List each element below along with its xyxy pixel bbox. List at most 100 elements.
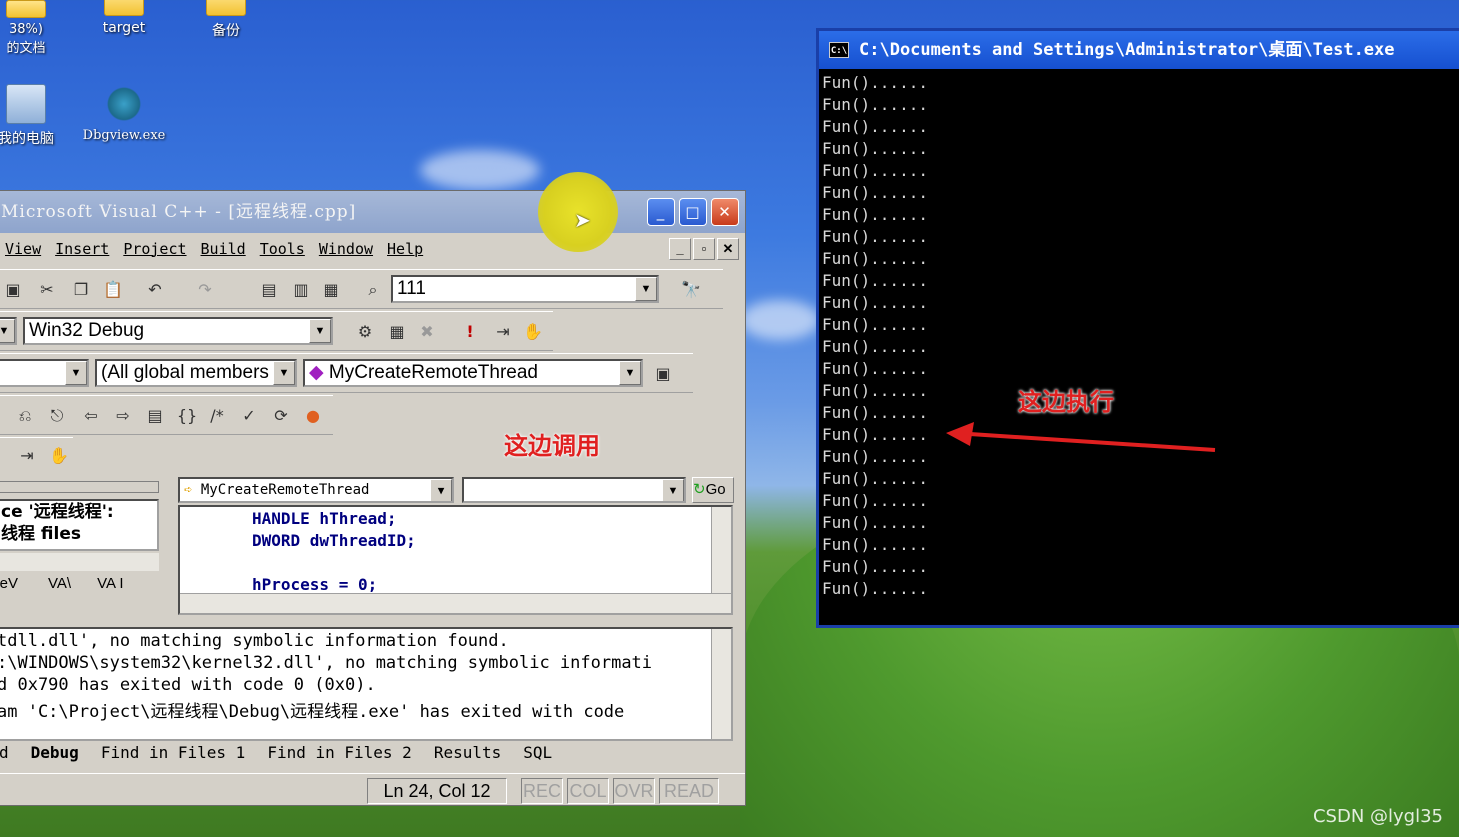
chevron-down-icon[interactable]: ▼ [0, 319, 15, 343]
code-line: HANDLE hThread; [252, 509, 397, 528]
tab-va-2[interactable]: VA I [77, 575, 123, 592]
save-all-icon[interactable]: ▣ [1, 278, 25, 302]
scope-combo[interactable]: (All global members ▼ [95, 359, 297, 387]
target-combo[interactable]: ▼ [0, 317, 17, 345]
desktop-icon-backup[interactable]: 备份 [176, 0, 276, 40]
find-combo-value: 111 [397, 278, 426, 299]
find-combo[interactable]: 111 ▼ [391, 275, 659, 303]
nav-function-value: MyCreateRemoteThread [200, 482, 370, 498]
output-vertical-scrollbar[interactable] [711, 629, 731, 739]
window-list-icon[interactable]: ▦ [319, 278, 343, 302]
wizard-actions-icon[interactable]: ▣ [651, 362, 675, 386]
close-button[interactable]: ✕ [711, 198, 739, 226]
brace-match-icon[interactable]: {} [175, 404, 199, 428]
mdi-close-button[interactable]: ✕ [717, 238, 739, 260]
minimize-button[interactable]: _ [647, 198, 675, 226]
execute-icon[interactable]: ! [458, 320, 482, 344]
workspace-icon[interactable]: ▤ [257, 278, 281, 302]
hand-icon[interactable]: ✋ [47, 444, 71, 468]
wizard-toolbar: ▼ (All global members ▼ ◆ MyCreateRemote… [0, 353, 693, 393]
workspace-tree[interactable]: ce '远程线程': 线程 files [0, 499, 159, 551]
maximize-button[interactable]: □ [679, 198, 707, 226]
tree-item-files[interactable]: 线程 files [0, 523, 157, 545]
tab-find-in-files-1[interactable]: Find in Files 1 [101, 743, 246, 762]
config-combo[interactable]: Win32 Debug ▼ [23, 317, 333, 345]
stop-build-icon[interactable]: ✖ [415, 320, 439, 344]
editor-vertical-scrollbar[interactable] [711, 507, 731, 593]
spell-check-icon[interactable]: ✓ [237, 404, 261, 428]
menu-build[interactable]: Build [201, 240, 246, 258]
desktop-icon-target[interactable]: target [74, 0, 174, 36]
cut-icon[interactable]: ✂ [35, 278, 59, 302]
menu-insert[interactable]: Insert [55, 240, 109, 258]
build-icon[interactable]: ▦ [385, 320, 409, 344]
go-button[interactable]: ↻Go [692, 477, 734, 503]
desktop-icon-label: 我的电脑 [0, 131, 54, 147]
chevron-down-icon[interactable]: ▼ [635, 277, 657, 301]
tab-fileview[interactable]: ileV [0, 575, 18, 592]
class-combo[interactable]: ▼ [0, 359, 89, 387]
desktop-icon-label: target [102, 20, 146, 36]
forward-arrow-icon[interactable]: ⇨ [111, 404, 135, 428]
bookmark-icon[interactable]: ⎌ [13, 404, 37, 428]
arrow-icon: ➪ [184, 482, 201, 498]
undo-icon[interactable]: ↶ [143, 278, 167, 302]
find-in-files-icon[interactable]: ⌕ [361, 278, 385, 302]
menu-project[interactable]: Project [123, 240, 186, 258]
compile-icon[interactable]: ⚙ [353, 320, 377, 344]
open-file-icon[interactable]: ▤ [143, 404, 167, 428]
function-combo[interactable]: ◆ MyCreateRemoteThread ▼ [303, 359, 643, 387]
nav-function-combo[interactable]: ➪ MyCreateRemoteThread ▼ [178, 477, 454, 503]
menu-help[interactable]: Help [387, 240, 423, 258]
pane-gripper[interactable] [0, 481, 159, 493]
editor-horizontal-scrollbar[interactable] [180, 593, 731, 613]
function-combo-value: MyCreateRemoteThread [328, 362, 538, 383]
find-icon[interactable]: 🔭 [679, 278, 703, 302]
nav-member-combo[interactable]: ▼ [462, 477, 686, 503]
tab-find-in-files-2[interactable]: Find in Files 2 [267, 743, 412, 762]
go-label: Go [705, 481, 726, 498]
menu-tools[interactable]: Tools [260, 240, 305, 258]
refresh-icon[interactable]: ⟳ [269, 404, 293, 428]
console-line: Fun()...... [822, 337, 928, 356]
status-rec: REC [521, 778, 563, 804]
horizontal-scrollbar[interactable] [0, 553, 159, 571]
code-editor[interactable]: HANDLE hThread; DWORD dwThreadID; hProce… [178, 505, 733, 615]
tab-build[interactable]: d [0, 743, 9, 762]
chevron-down-icon[interactable]: ▼ [662, 479, 684, 501]
step-into-icon[interactable]: ⇥ [15, 444, 39, 468]
back-arrow-icon[interactable]: ⇦ [79, 404, 103, 428]
mdi-minimize-button[interactable]: _ [669, 238, 691, 260]
chevron-down-icon[interactable]: ▼ [430, 479, 452, 501]
desktop-icon-dbgview[interactable]: Dbgview.exe [74, 84, 174, 143]
output-pane[interactable]: tdll.dll', no matching symbolic informat… [0, 627, 733, 741]
chevron-down-icon[interactable]: ▼ [309, 319, 331, 343]
tab-sql[interactable]: SQL [523, 743, 552, 762]
desktop-icon-my-computer[interactable]: 我的电脑 [0, 84, 76, 148]
menu-view[interactable]: View [5, 240, 41, 258]
redo-bookmark-icon[interactable]: ⎋ [45, 404, 69, 428]
copy-icon[interactable]: ❐ [69, 278, 93, 302]
annotation-arrow [946, 422, 1216, 452]
tab-results[interactable]: Results [434, 743, 501, 762]
output-window-icon[interactable]: ▥ [289, 278, 313, 302]
chevron-down-icon[interactable]: ▼ [619, 361, 641, 385]
arrow-shaft [969, 432, 1216, 452]
vc-titlebar[interactable]: Microsoft Visual C++ - [远程线程.cpp] _ □ ✕ [0, 191, 745, 233]
tab-va-1[interactable]: VA\ [24, 575, 71, 592]
breakpoint-hand-icon[interactable]: ✋ [521, 320, 545, 344]
visual-assist-icon[interactable]: ● [301, 404, 325, 428]
console-titlebar[interactable]: C:\ C:\Documents and Settings\Administra… [819, 31, 1459, 69]
redo-icon[interactable]: ↷ [193, 278, 217, 302]
menu-window[interactable]: Window [319, 240, 373, 258]
desktop-icon-documents[interactable]: 38%) 的文档 [0, 0, 76, 56]
go-debug-icon[interactable]: ⇥ [491, 320, 515, 344]
paste-icon[interactable]: 📋 [101, 278, 125, 302]
mdi-restore-button[interactable]: ▫ [693, 238, 715, 260]
comment-icon[interactable]: /* [205, 404, 229, 428]
tree-item-workspace[interactable]: ce '远程线程': [0, 501, 157, 523]
chevron-down-icon[interactable]: ▼ [65, 361, 87, 385]
tab-debug[interactable]: Debug [31, 743, 79, 762]
chevron-down-icon[interactable]: ▼ [273, 361, 295, 385]
computer-icon [6, 84, 46, 124]
